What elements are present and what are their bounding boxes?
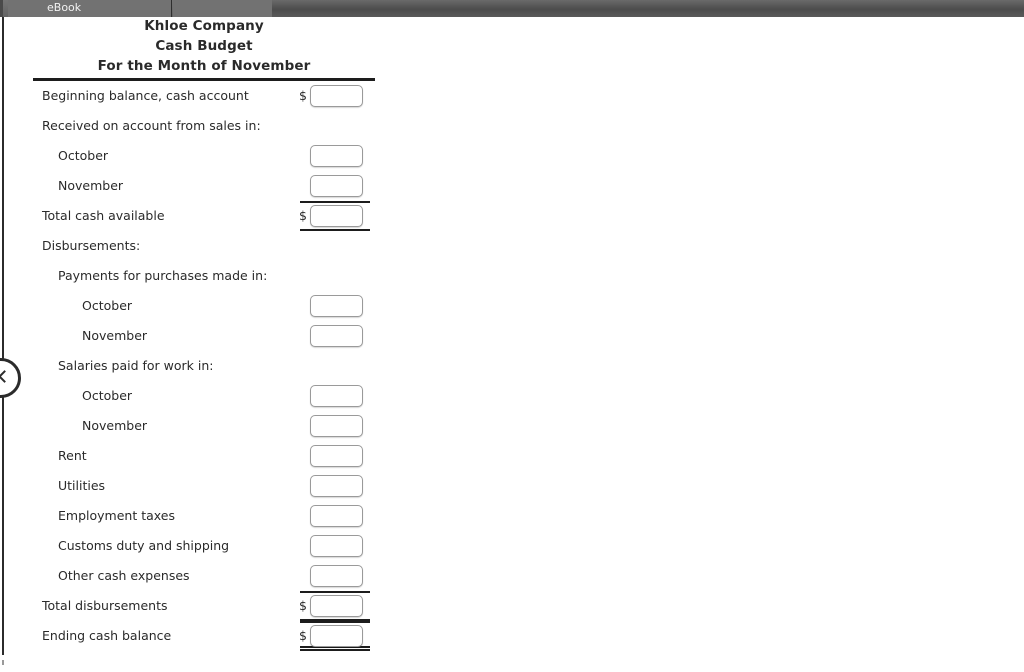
statement-row: Rent (33, 441, 375, 471)
statement-row: Total cash available $ (33, 201, 375, 231)
statement-row: Utilities (33, 471, 375, 501)
statement-row: Received on account from sales in: (33, 111, 375, 141)
statement-row-label: Rent (58, 448, 87, 463)
toolbar-tab-ebook[interactable]: eBook (8, 0, 172, 17)
amount-input[interactable] (310, 625, 363, 647)
statement-row: Ending cash balance $ (33, 621, 375, 651)
panel-collapse-button[interactable] (0, 358, 21, 398)
amount-input[interactable] (310, 325, 363, 347)
amount-input[interactable] (310, 205, 363, 227)
statement-rule-top (300, 621, 370, 623)
top-toolbar: eBook (0, 0, 1024, 17)
page-bottom-filler (0, 665, 1024, 672)
statement-row-label: Payments for purchases made in: (58, 268, 268, 283)
statement-row-label: October (58, 148, 109, 163)
statement-row: Total disbursements $ (33, 591, 375, 621)
statement-row-label: November (82, 328, 148, 343)
currency-symbol: $ (299, 598, 307, 613)
statement-row-label: Other cash expenses (58, 568, 190, 583)
statement-period: For the Month of November (97, 58, 311, 74)
statement-row-label: November (58, 178, 124, 193)
statement-row: November (33, 321, 375, 351)
page-left-rail (2, 17, 4, 655)
screen: eBook Khloe Company Cash Budget For the … (0, 0, 1024, 672)
statement-row: November (33, 171, 375, 201)
amount-input[interactable] (310, 565, 363, 587)
statement-row-label: Total disbursements (42, 598, 168, 613)
worksheet-page: Khloe Company Cash Budget For the Month … (0, 17, 1024, 655)
amount-input[interactable] (310, 145, 363, 167)
statement-row: Salaries paid for work in: (33, 351, 375, 381)
statement-row: Payments for purchases made in: (33, 261, 375, 291)
amount-input[interactable] (310, 535, 363, 557)
cash-budget-statement: Khloe Company Cash Budget For the Month … (33, 17, 375, 651)
currency-symbol: $ (299, 628, 307, 643)
statement-rule-top (300, 591, 370, 593)
statement-row-label: Customs duty and shipping (58, 538, 230, 553)
statement-row: Employment taxes (33, 501, 375, 531)
statement-row-label: Employment taxes (58, 508, 175, 523)
statement-row-label: November (82, 418, 148, 433)
amount-input[interactable] (310, 595, 363, 617)
currency-symbol: $ (299, 208, 307, 223)
statement-row: Beginning balance, cash account $ (33, 81, 375, 111)
amount-input[interactable] (310, 415, 363, 437)
statement-company-name: Khloe Company (144, 18, 264, 34)
statement-row: Customs duty and shipping (33, 531, 375, 561)
statement-rows: Beginning balance, cash account $ Received… (33, 81, 375, 651)
statement-rule-top (300, 201, 370, 203)
amount-input[interactable] (310, 295, 363, 317)
amount-input[interactable] (310, 505, 363, 527)
amount-input[interactable] (310, 385, 363, 407)
statement-row: November (33, 411, 375, 441)
statement-row: October (33, 291, 375, 321)
statement-row-label: Beginning balance, cash account (42, 88, 249, 103)
toolbar-tab-secondary[interactable] (173, 0, 272, 17)
statement-row: October (33, 381, 375, 411)
amount-input[interactable] (310, 85, 363, 107)
statement-title: Cash Budget (155, 38, 253, 54)
toolbar-background (272, 0, 1024, 17)
amount-input[interactable] (310, 475, 363, 497)
statement-row-label: Utilities (58, 478, 106, 493)
chevron-left-icon (0, 370, 11, 383)
amount-input[interactable] (310, 175, 363, 197)
statement-row: Disbursements: (33, 231, 375, 261)
amount-input[interactable] (310, 445, 363, 467)
toolbar-left-edge (0, 0, 3, 17)
statement-row-label: Salaries paid for work in: (58, 358, 214, 373)
statement-row-label: October (82, 388, 133, 403)
currency-symbol: $ (299, 88, 307, 103)
statement-row-label: Total cash available (42, 208, 165, 223)
statement-row-label: Disbursements: (42, 238, 141, 253)
statement-row: Other cash expenses (33, 561, 375, 591)
statement-row-label: Ending cash balance (42, 628, 172, 643)
statement-row-label: Received on account from sales in: (42, 118, 261, 133)
statement-row-label: October (82, 298, 133, 313)
statement-row: October (33, 141, 375, 171)
toolbar-tab-ebook-label: eBook (47, 1, 82, 14)
